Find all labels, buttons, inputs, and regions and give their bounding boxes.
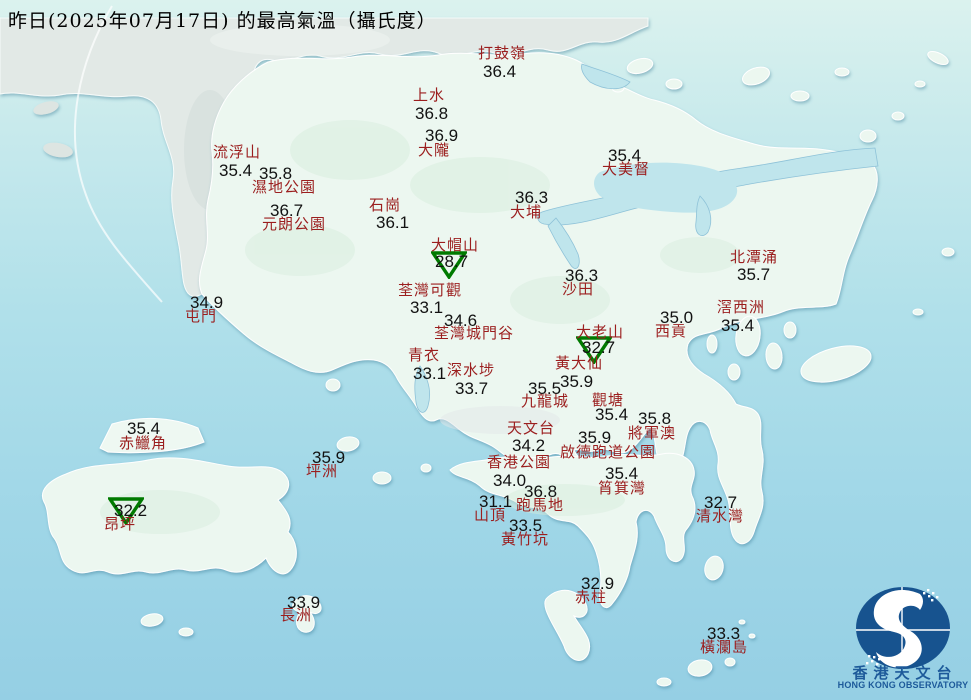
station-name-label: 筲箕灣 (598, 479, 647, 497)
station-name-label: 黃大仙 (555, 354, 604, 372)
station-temperature-value: 36.3 (565, 266, 599, 285)
station-name-label: 大埔 (510, 203, 543, 221)
station-temperature-value: 35.4 (219, 161, 253, 180)
station-temperature-value: 33.3 (707, 624, 741, 643)
station-name-label: 啟德跑道公園 (560, 443, 657, 461)
station-name-label: 深水埗 (447, 361, 496, 379)
station-name-label: 石崗 (369, 196, 402, 214)
station-temperature-value: 33.9 (287, 593, 321, 612)
hko-logo: 香港天文台 HONG KONG OBSERVATORY (836, 570, 970, 698)
station-temperature-value: 36.7 (270, 201, 304, 220)
station-temperature-value: 35.4 (595, 405, 629, 424)
station-temperature-value: 35.9 (560, 372, 594, 391)
station-temperature-value: 35.4 (127, 419, 161, 438)
station-temperature-value: 35.8 (259, 164, 293, 183)
station-temperature-value: 33.1 (413, 364, 447, 383)
station-temperature-value: 33.1 (410, 298, 444, 317)
station-temperature-value: 34.0 (493, 471, 527, 490)
station-name-label: 流浮山 (213, 143, 262, 161)
station-temperature-value: 32.9 (581, 574, 615, 593)
station-temperature-value: 35.4 (605, 464, 639, 483)
station-temperature-value: 32.7 (704, 493, 738, 512)
station-temperature-value: 35.4 (608, 146, 642, 165)
station-temperature-value: 35.9 (578, 428, 612, 447)
station-temperature-value: 28.7 (435, 252, 469, 271)
station-temperature-value: 36.3 (515, 188, 549, 207)
station-name-label: 青衣 (408, 346, 441, 364)
station-temperature-value: 34.9 (190, 293, 224, 312)
station-name-label: 打鼓嶺 (478, 44, 527, 62)
station-temperature-value: 34.2 (512, 436, 546, 455)
station-temperature-value: 36.4 (483, 62, 517, 81)
station-name-label: 荃灣可觀 (398, 281, 463, 299)
station-temperature-value: 31.1 (479, 492, 513, 511)
station-name-label: 香港公園 (487, 453, 552, 471)
station-temperature-value: 34.6 (444, 311, 478, 330)
station-temperature-value: 36.8 (524, 482, 558, 501)
station-name-label: 大帽山 (431, 236, 480, 254)
station-temperature-value: 35.5 (528, 379, 562, 398)
station-temperature-value: 35.0 (660, 308, 694, 327)
station-name-label: 赤鱲角 (119, 434, 168, 452)
station-name-label: 北潭涌 (730, 248, 779, 266)
station-temperature-value: 35.9 (312, 448, 346, 467)
stations-layer: 打鼓嶺 36.4 上水 36.8 大隴 36.9 流浮山 35.4 濕地公園 3… (0, 0, 971, 700)
weather-map-screen: 昨日(2025年07月17日) 的最高氣溫（攝氏度） 打鼓嶺 36.4 上水 3… (0, 0, 971, 700)
station-temperature-value: 36.8 (415, 104, 449, 123)
station-name-label: 上水 (413, 86, 446, 104)
station-temperature-value: 35.7 (737, 265, 771, 284)
station-name-label: 將軍澳 (628, 424, 677, 442)
station-temperature-value: 33.7 (455, 379, 489, 398)
station-temperature-value: 36.1 (376, 213, 410, 232)
station-temperature-value: 33.5 (509, 516, 543, 535)
station-name-label: 大隴 (418, 141, 451, 159)
station-temperature-value: 36.9 (425, 126, 459, 145)
page-title: 昨日(2025年07月17日) 的最高氣溫（攝氏度） (8, 10, 437, 32)
hko-logo-english-name: HONG KONG OBSERVATORY (837, 680, 969, 690)
station-name-label: 滘西洲 (717, 298, 766, 316)
station-temperature-value: 32.2 (114, 501, 148, 520)
station-temperature-value: 35.4 (721, 316, 755, 335)
station-name-label: 天文台 (507, 419, 556, 437)
station-temperature-value: 35.8 (638, 409, 672, 428)
